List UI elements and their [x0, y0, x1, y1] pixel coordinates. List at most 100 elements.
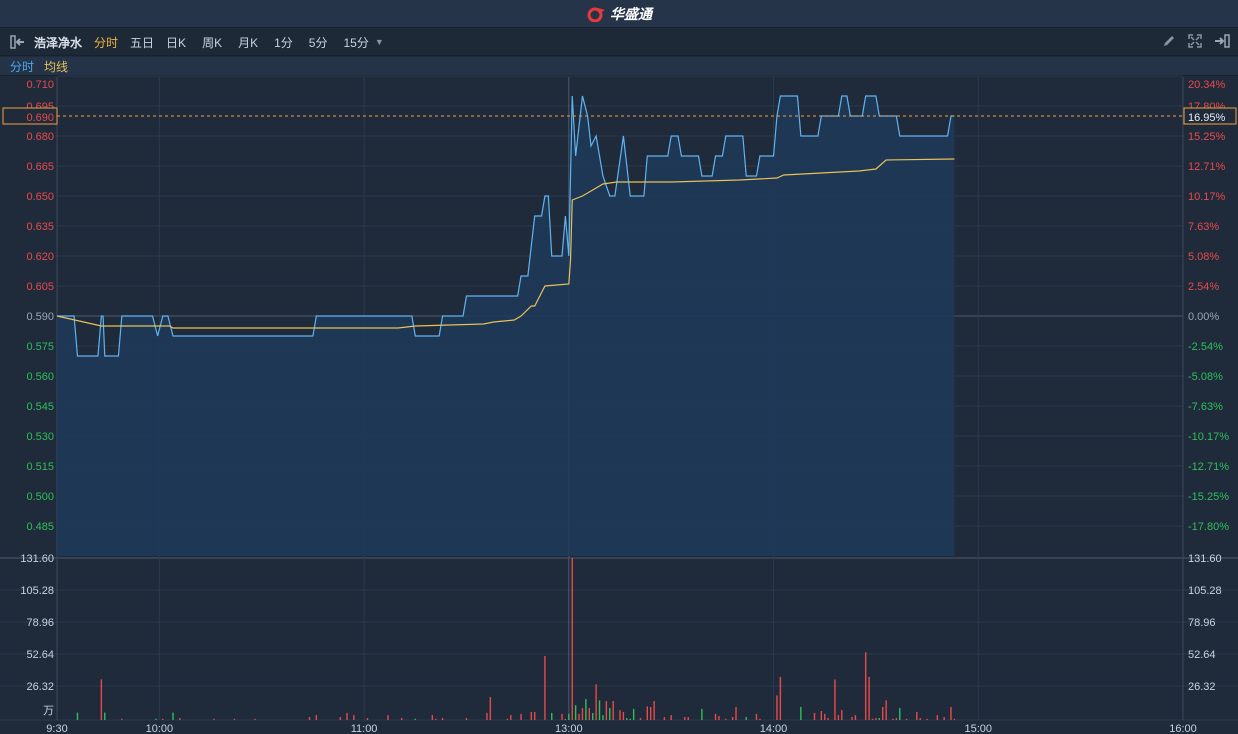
volume-bar — [571, 558, 573, 720]
volume-bar — [592, 712, 594, 720]
percent-tick-label: -12.71% — [1188, 461, 1229, 473]
volume-bar — [441, 718, 444, 720]
volume-tick-label-right: 52.64 — [1188, 649, 1216, 661]
fullscreen-icon[interactable] — [1188, 34, 1202, 48]
volume-tick-label: 105.28 — [20, 585, 54, 597]
collapse-left-icon[interactable] — [10, 35, 26, 49]
volume-bar — [435, 718, 437, 720]
percent-tick-label: 0.00% — [1188, 311, 1219, 323]
volume-bar — [346, 712, 348, 720]
volume-bar — [851, 717, 853, 720]
percent-tick-label: -2.54% — [1188, 341, 1223, 353]
percent-tick-label: 12.71% — [1188, 161, 1226, 173]
volume-bar — [544, 655, 546, 720]
volume-bar — [905, 718, 908, 720]
volume-bar — [779, 676, 782, 720]
volume-bar — [155, 718, 157, 720]
volume-bar — [588, 708, 590, 720]
price-tick-label: 0.560 — [26, 371, 54, 383]
volume-bar — [714, 713, 717, 720]
price-tick-label: 0.515 — [26, 461, 54, 473]
time-axis-label: 10:00 — [146, 723, 174, 734]
volume-bar — [506, 718, 509, 720]
volume-bar — [892, 718, 894, 720]
volume-bar — [878, 718, 881, 720]
volume-bar — [602, 715, 604, 720]
volume-bar — [172, 712, 174, 720]
volume-bar — [574, 705, 577, 720]
volume-bar — [950, 706, 952, 720]
volume-bar — [315, 715, 318, 720]
volume-bar — [609, 708, 611, 720]
volume-bar — [755, 713, 758, 720]
percent-tick-label: -10.17% — [1188, 431, 1229, 443]
volume-bar — [530, 711, 532, 720]
percent-tick-label: 2.54% — [1188, 281, 1219, 293]
tab-intraday[interactable]: 分时 — [94, 34, 118, 51]
volume-bar — [899, 708, 901, 720]
price-tick-label: 0.530 — [26, 431, 54, 443]
current-percent-box — [1183, 107, 1237, 125]
tab-daily-k[interactable]: 日K — [166, 34, 186, 51]
volume-bar — [489, 696, 492, 720]
volume-bar — [179, 718, 181, 720]
tab-5min[interactable]: 5分 — [309, 34, 328, 51]
volume-bar — [663, 717, 666, 720]
stock-name: 浩泽净水 — [34, 35, 83, 50]
chevron-down-icon[interactable]: ▼ — [375, 37, 384, 47]
price-tick-label: 0.500 — [26, 491, 54, 503]
volume-bar — [718, 716, 720, 720]
current-percent-label: 16.95% — [1188, 112, 1226, 124]
volume-bar — [551, 712, 553, 720]
pencil-icon[interactable] — [1162, 34, 1176, 48]
price-line — [57, 95, 955, 357]
volume-bar — [605, 701, 608, 720]
intraday-chart: 0.710 20.34% 0.695 17.80% 0.680 15.25% 0.665 12… — [0, 75, 1238, 734]
volume-bar — [104, 712, 106, 720]
tab-five-day[interactable]: 五日 — [130, 34, 154, 51]
volume-bar — [837, 715, 840, 720]
tab-15min[interactable]: 15分 — [343, 34, 368, 51]
volume-bar — [486, 712, 488, 720]
volume-tick-label: 26.32 — [26, 681, 54, 693]
tab-weekly-k[interactable]: 周K — [202, 34, 222, 51]
price-tick-label: 0.650 — [26, 191, 54, 203]
volume-unit-label: 万 — [43, 705, 54, 717]
volume-bar — [639, 718, 642, 720]
volume-bar — [414, 718, 416, 720]
volume-bar — [595, 684, 597, 720]
volume-bar — [731, 717, 734, 720]
volume-bar — [953, 718, 956, 720]
time-axis-label: 13:00 — [555, 723, 583, 734]
toolbar: 浩泽净水 分时 五日 日K 周K 月K 1分 5分 15分 ▼ — [0, 29, 1238, 56]
volume-bar — [632, 708, 635, 720]
volume-bar — [581, 708, 584, 720]
volume-bar — [76, 712, 79, 720]
current-price-label: 0.690 — [26, 112, 54, 124]
volume-bar — [834, 679, 836, 720]
volume-bar — [585, 699, 587, 720]
price-tick-label: 0.710 — [26, 79, 54, 91]
volume-bar — [882, 706, 884, 720]
volume-bar — [619, 710, 621, 720]
volume-bar — [687, 717, 689, 720]
price-tick-label: 0.620 — [26, 251, 54, 263]
volume-bar — [598, 700, 601, 720]
volume-bar — [820, 711, 823, 720]
volume-bar — [868, 676, 870, 720]
volume-bar — [936, 715, 939, 720]
volume-bar — [759, 718, 761, 720]
volume-bar — [366, 718, 369, 720]
volume-bar — [776, 695, 778, 720]
volume-bar — [568, 713, 570, 720]
tab-1min[interactable]: 1分 — [274, 34, 293, 51]
volume-bar — [943, 717, 945, 720]
tab-monthly-k[interactable]: 月K — [238, 34, 258, 51]
price-tick-label: 0.485 — [26, 521, 54, 533]
volume-bar — [926, 718, 928, 720]
time-axis-label: 11:00 — [351, 723, 378, 734]
collapse-right-icon[interactable] — [1214, 34, 1230, 48]
price-tick-label: 0.575 — [26, 341, 54, 353]
percent-tick-label: 15.25% — [1188, 131, 1226, 143]
price-tick-label: 0.545 — [26, 401, 54, 413]
